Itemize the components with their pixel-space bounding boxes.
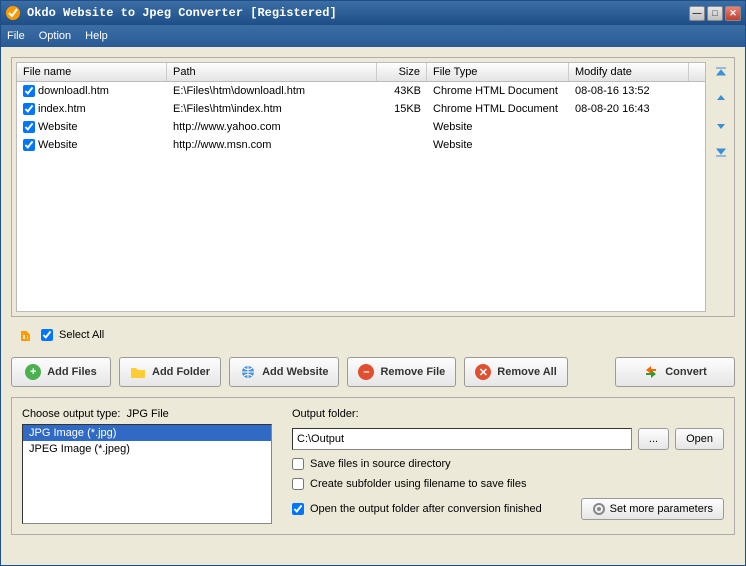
create-subfolder-checkbox[interactable] — [292, 478, 304, 490]
output-folder-label: Output folder: — [292, 408, 724, 420]
titlebar: Okdo Website to Jpeg Converter [Register… — [1, 1, 745, 25]
row-checkbox[interactable] — [23, 85, 35, 97]
body: File name Path Size File Type Modify dat… — [1, 47, 745, 565]
row-checkbox[interactable] — [23, 121, 35, 133]
toolbar: +Add Files Add Folder Add Website –Remov… — [11, 353, 735, 391]
row-type: Website — [427, 139, 569, 151]
open-after-row: Open the output folder after conversion … — [292, 498, 724, 520]
output-type-pane: Choose output type: JPG File JPG Image (… — [22, 408, 272, 524]
file-list-panel: File name Path Size File Type Modify dat… — [11, 57, 735, 317]
up-folder-icon[interactable] — [19, 327, 35, 343]
col-size[interactable]: Size — [377, 63, 427, 81]
file-list: File name Path Size File Type Modify dat… — [16, 62, 706, 312]
output-folder-row: ... Open — [292, 428, 724, 450]
app-logo-icon — [5, 5, 21, 21]
add-files-button[interactable]: +Add Files — [11, 357, 111, 387]
minimize-button[interactable]: — — [689, 6, 705, 21]
create-subfolder-row[interactable]: Create subfolder using filename to save … — [292, 478, 724, 490]
convert-icon — [643, 364, 659, 380]
row-date: 08-08-20 16:43 — [569, 103, 689, 115]
table-row[interactable]: downloadl.htm E:\Files\htm\downloadl.htm4… — [17, 82, 705, 100]
save-source-checkbox[interactable] — [292, 458, 304, 470]
globe-icon — [240, 364, 256, 380]
row-name: Website — [38, 121, 78, 133]
app-window: Okdo Website to Jpeg Converter [Register… — [0, 0, 746, 566]
output-type-option[interactable]: JPEG Image (*.jpeg) — [23, 441, 271, 457]
output-panel: Choose output type: JPG File JPG Image (… — [11, 397, 735, 535]
row-path: http://www.msn.com — [167, 139, 377, 151]
row-path: E:\Files\htm\index.htm — [167, 103, 377, 115]
row-size: 43KB — [377, 85, 427, 97]
row-checkbox[interactable] — [23, 139, 35, 151]
row-path: E:\Files\htm\downloadl.htm — [167, 85, 377, 97]
close-button[interactable]: ✕ — [725, 6, 741, 21]
select-all-label: Select All — [59, 329, 104, 341]
col-filename[interactable]: File name — [17, 63, 167, 81]
move-down-button[interactable] — [712, 116, 730, 134]
row-path: http://www.yahoo.com — [167, 121, 377, 133]
row-type: Website — [427, 121, 569, 133]
reorder-buttons — [712, 62, 730, 312]
output-type-label: Choose output type: JPG File — [22, 408, 272, 420]
row-type: Chrome HTML Document — [427, 85, 569, 97]
add-website-button[interactable]: Add Website — [229, 357, 339, 387]
remove-all-button[interactable]: ✕Remove All — [464, 357, 568, 387]
select-all-checkbox[interactable] — [41, 329, 53, 341]
move-bottom-button[interactable] — [712, 142, 730, 160]
maximize-button[interactable]: □ — [707, 6, 723, 21]
open-button[interactable]: Open — [675, 428, 724, 450]
add-folder-button[interactable]: Add Folder — [119, 357, 221, 387]
menubar: File Option Help — [1, 25, 745, 47]
menu-file[interactable]: File — [7, 30, 25, 42]
col-type[interactable]: File Type — [427, 63, 569, 81]
set-more-parameters-button[interactable]: Set more parameters — [581, 498, 724, 520]
open-after-checkbox[interactable] — [292, 503, 304, 515]
gear-icon — [592, 502, 606, 516]
move-top-button[interactable] — [712, 64, 730, 82]
row-size: 15KB — [377, 103, 427, 115]
menu-option[interactable]: Option — [39, 30, 71, 42]
table-row[interactable]: Website http://www.msn.com Website — [17, 136, 705, 154]
col-date[interactable]: Modify date — [569, 63, 689, 81]
table-row[interactable]: Website http://www.yahoo.com Website — [17, 118, 705, 136]
remove-file-button[interactable]: –Remove File — [347, 357, 456, 387]
x-icon: ✕ — [475, 364, 491, 380]
row-name: index.htm — [38, 103, 86, 115]
row-checkbox[interactable] — [23, 103, 35, 115]
browse-button[interactable]: ... — [638, 428, 669, 450]
select-all-row: Select All — [11, 323, 735, 347]
row-type: Chrome HTML Document — [427, 103, 569, 115]
minus-icon: – — [358, 364, 374, 380]
row-name: Website — [38, 139, 78, 151]
row-date: 08-08-16 13:52 — [569, 85, 689, 97]
convert-button[interactable]: Convert — [615, 357, 735, 387]
output-type-list[interactable]: JPG Image (*.jpg) JPEG Image (*.jpeg) — [22, 424, 272, 524]
output-type-option[interactable]: JPG Image (*.jpg) — [23, 425, 271, 441]
plus-icon: + — [25, 364, 41, 380]
file-list-header: File name Path Size File Type Modify dat… — [16, 62, 706, 82]
menu-help[interactable]: Help — [85, 30, 108, 42]
window-title: Okdo Website to Jpeg Converter [Register… — [27, 6, 687, 20]
table-row[interactable]: index.htm E:\Files\htm\index.htm15KBChrom… — [17, 100, 705, 118]
move-up-button[interactable] — [712, 90, 730, 108]
col-path[interactable]: Path — [167, 63, 377, 81]
file-list-body[interactable]: downloadl.htm E:\Files\htm\downloadl.htm4… — [16, 82, 706, 312]
output-folder-pane: Output folder: ... Open Save files in so… — [292, 408, 724, 524]
row-name: downloadl.htm — [38, 85, 109, 97]
output-folder-input[interactable] — [292, 428, 632, 450]
save-source-row[interactable]: Save files in source directory — [292, 458, 724, 470]
folder-icon — [130, 364, 146, 380]
